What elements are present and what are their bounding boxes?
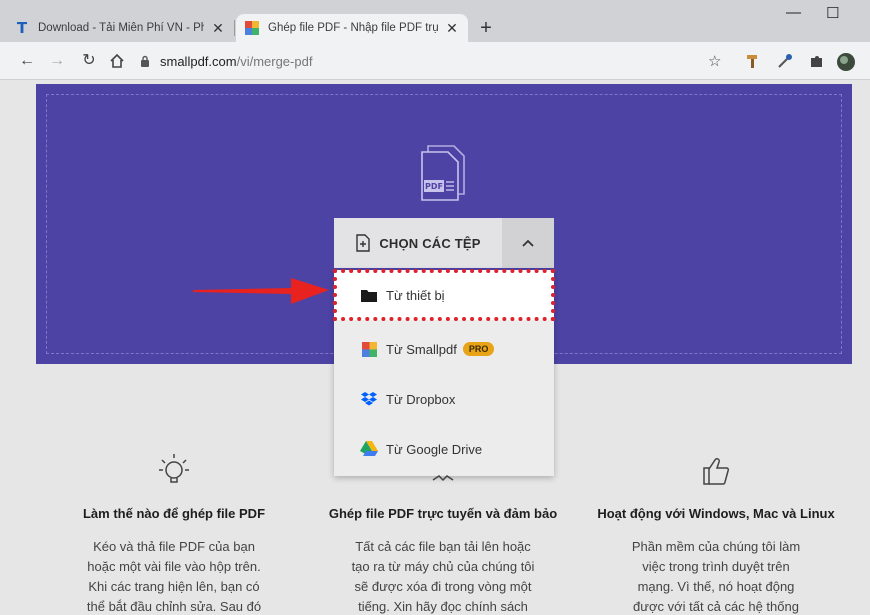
menu-item-label: Từ thiết bị (386, 287, 445, 303)
new-tab-button[interactable]: + (474, 16, 498, 40)
pdf-files-icon: PDF (421, 145, 465, 201)
profile-avatar[interactable] (836, 52, 855, 71)
menu-item-label: Từ Dropbox (386, 391, 456, 407)
maximize-icon[interactable]: ☐ (826, 4, 839, 22)
tab-close-icon[interactable]: ✕ (210, 20, 226, 36)
secure-icon (305, 450, 581, 490)
red-arrow-annotation (193, 278, 329, 304)
pro-badge: PRO (462, 342, 495, 356)
lock-icon (138, 55, 152, 67)
menu-item-from-device[interactable]: Từ thiết bị (333, 269, 555, 321)
chevron-up-icon (522, 239, 534, 247)
feature-title: Hoạt động với Windows, Mac và Linux (597, 506, 835, 521)
tab-merge-pdf[interactable]: Ghép file PDF - Nhập file PDF trự ✕ (236, 14, 468, 42)
smallpdf-logo-icon (360, 341, 378, 357)
menu-item-from-smallpdf[interactable]: Từ Smallpdf PRO (334, 324, 554, 374)
tab-download[interactable]: T Download - Tải Miễn Phí VN - Ph ✕ (6, 14, 234, 42)
forward-icon[interactable]: → (46, 50, 68, 72)
home-icon[interactable] (106, 50, 128, 72)
choose-files-main[interactable]: CHỌN CÁC TỆP (334, 218, 502, 268)
lightbulb-icon (36, 450, 312, 490)
back-icon[interactable]: ← (16, 50, 38, 72)
page-content: PDF CHỌN CÁC TỆP Từ thiết bị Từ Smallpdf (0, 80, 870, 615)
choose-files-label: CHỌN CÁC TỆP (379, 235, 481, 251)
extension-hammer-icon[interactable] (744, 52, 762, 70)
add-file-icon (356, 234, 371, 252)
tab-separator (234, 20, 235, 36)
tab-title: Download - Tải Miễn Phí VN - Ph (38, 22, 204, 34)
folder-icon (360, 287, 378, 303)
feature-secure: Ghép file PDF trực tuyến và đảm bảo Tất … (305, 450, 581, 615)
feature-desc: Phần mềm của chúng tôi làm việc trong trì… (631, 539, 801, 614)
feature-title: Làm thế nào để ghép file PDF (82, 506, 266, 521)
feature-how-to: Làm thế nào để ghép file PDF Kéo và thả … (36, 450, 312, 615)
menu-item-label: Từ Smallpdf (386, 341, 457, 357)
tab-close-icon[interactable]: ✕ (444, 20, 460, 36)
eyedropper-icon[interactable] (776, 52, 794, 70)
upload-source-menu: Từ thiết bị Từ Smallpdf PRO Từ Dropbox T… (333, 269, 555, 476)
browser-toolbar: ← → ↻ smallpdf.com/vi/merge-pdf ☆ (0, 42, 870, 80)
feature-platforms: Hoạt động với Windows, Mac và Linux Phần… (578, 450, 854, 615)
minimize-icon[interactable]: — (786, 4, 801, 21)
address-bar[interactable]: smallpdf.com/vi/merge-pdf (138, 48, 718, 74)
dropbox-icon (360, 391, 378, 407)
tab-title: Ghép file PDF - Nhập file PDF trự (268, 22, 438, 34)
dropdown-toggle[interactable] (502, 218, 554, 268)
menu-item-from-dropbox[interactable]: Từ Dropbox (334, 374, 554, 424)
feature-desc: Tất cả các file bạn tải lên hoặc tạo ra t… (351, 539, 535, 614)
extensions-puzzle-icon[interactable] (808, 52, 826, 70)
svg-text:PDF: PDF (425, 182, 443, 191)
tab-strip: T Download - Tải Miễn Phí VN - Ph ✕ Ghép… (0, 0, 870, 42)
smallpdf-favicon-icon (244, 20, 260, 36)
feature-title: Ghép file PDF trực tuyến và đảm bảo (328, 506, 558, 521)
bookmark-star-icon[interactable]: ☆ (708, 52, 726, 70)
feature-desc: Kéo và thả file PDF của bạn hoặc một vài … (86, 539, 262, 614)
url-path: /vi/merge-pdf (236, 53, 313, 69)
choose-files-button[interactable]: CHỌN CÁC TỆP (334, 218, 554, 268)
reload-icon[interactable]: ↻ (78, 50, 100, 72)
taimienphi-favicon-icon: T (16, 19, 28, 37)
thumbs-up-icon (578, 450, 854, 490)
url-host: smallpdf.com (160, 53, 237, 69)
